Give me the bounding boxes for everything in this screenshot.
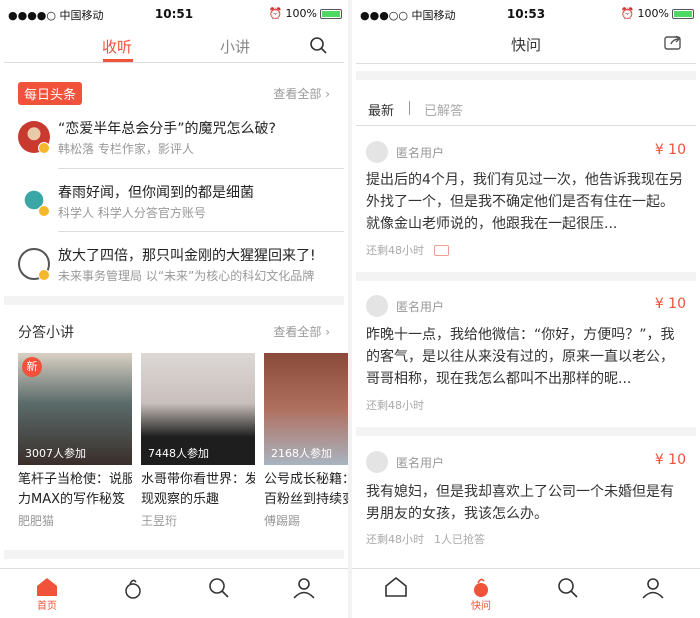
participant-count: 7448人参加: [148, 447, 209, 460]
talk-title: 现观察的乐趣: [141, 492, 220, 507]
tab-profile[interactable]: [284, 577, 324, 599]
tab-home[interactable]: [376, 577, 416, 597]
question-text: 提出后的4个月，我们有见过一次，他告诉我现在另外找了一个，但是我不确定他们是否有…: [366, 172, 683, 232]
quick-ask-icon: [474, 578, 488, 597]
tab-home-label: 首页: [37, 601, 57, 612]
participant-count: 2168人参加: [271, 447, 332, 460]
time-remaining: 还剩48小时: [366, 399, 424, 412]
avatar: [366, 295, 388, 317]
battery-icon: [672, 8, 694, 19]
question-text: 昨晚十一点，我给他微信：“你好，方便吗？”，我的客气，是以往从来没有过的，原来一…: [366, 327, 675, 387]
talk-image: 新 3007人参加: [18, 353, 132, 465]
status-bar: ●●●○○ 中国移动 10:53 ⏰ 100%: [352, 0, 700, 26]
share-icon[interactable]: [664, 34, 682, 50]
verified-icon: [38, 205, 50, 217]
item-subtitle: 科学人 科学人分答官方账号: [58, 206, 206, 220]
daily-headline-badge: 每日头条: [18, 82, 83, 105]
item-subtitle: 韩松落 专栏作家，影评人: [58, 142, 194, 156]
tab-ask[interactable]: [113, 577, 153, 599]
talk-author: 王昱珩: [141, 514, 178, 528]
tab-listen[interactable]: 收听: [102, 36, 132, 57]
question-user: 匿名用户: [396, 455, 445, 470]
talk-title: 笔杆子当枪使：说服: [18, 472, 132, 487]
alarm-icon: ⏰: [620, 7, 635, 20]
status-bar: ●●●●○ 中国移动 10:51 ⏰ 100%: [0, 0, 348, 26]
tab-bar: 首页: [0, 568, 348, 618]
talk-card[interactable]: 7448人参加 水哥带你看世界：发 现观察的乐趣 王昱珩: [141, 353, 255, 529]
talk-title: 百粉丝到持续变: [264, 492, 348, 507]
filter-answered[interactable]: 已解答: [424, 100, 463, 119]
alarm-icon: ⏰: [268, 7, 283, 20]
time-remaining: 还剩48小时: [366, 244, 424, 257]
question-reward: ¥ 10: [654, 452, 686, 468]
talk-card[interactable]: 2168人参加 公号成长秘籍： 百粉丝到持续变 傅踢踢: [264, 353, 348, 529]
listen-screen: ●●●●○ 中国移动 10:51 ⏰ 100% 收听 小讲 每日头条 查看全部 ›…: [0, 0, 348, 618]
home-icon: [385, 577, 407, 597]
verified-icon: [38, 269, 50, 281]
tab-bar: 快问: [352, 568, 700, 618]
item-title: 春雨好闻，但你闻到的都是细菌: [58, 185, 254, 201]
search-icon[interactable]: [309, 36, 327, 54]
tab-search[interactable]: [548, 577, 588, 599]
question-text: 我有媳妇，但是我却喜欢上了公司一个未婚但是有男朋友的女孩，我该怎么办。: [366, 484, 674, 522]
question-reward: ¥ 10: [654, 296, 686, 312]
talk-author: 傅踢踢: [264, 514, 301, 528]
search-icon: [209, 578, 229, 598]
tab-ask-label: 快问: [471, 601, 491, 612]
profile-icon: [642, 578, 664, 599]
filter-latest[interactable]: 最新: [368, 100, 394, 119]
talk-author: 肥肥猫: [18, 514, 55, 528]
quick-ask-screen: ●●●○○ 中国移动 10:53 ⏰ 100% 快问 最新 已解答 匿名用户 ¥ …: [352, 0, 700, 618]
avatar: [366, 451, 388, 473]
talk-image: 7448人参加: [141, 353, 255, 465]
new-badge: 新: [22, 357, 42, 377]
talks-see-all-link[interactable]: 查看全部 ›: [273, 323, 330, 340]
question-user: 匿名用户: [396, 299, 445, 314]
time-remaining: 还剩48小时: [366, 533, 424, 546]
daily-see-all-link[interactable]: 查看全部 ›: [273, 85, 330, 102]
talk-image: 2168人参加: [264, 353, 348, 465]
tab-talks[interactable]: 小讲: [220, 36, 250, 57]
talks-section-title: 分答小讲: [18, 325, 74, 341]
item-title: “恋爱半年总会分手”的魔咒怎么破?: [58, 121, 276, 137]
battery-icon: [320, 8, 342, 19]
tab-search[interactable]: [199, 577, 239, 599]
avatar: [366, 141, 388, 163]
tab-ask[interactable]: 快问: [461, 577, 501, 612]
item-subtitle: 未来事务管理局 以“未来”为核心的科幻文化品牌: [58, 269, 315, 283]
answer-count: 1人已抢答: [434, 533, 485, 546]
filter-divider: [409, 101, 410, 115]
profile-icon: [293, 578, 315, 599]
question-reward: ¥ 10: [654, 142, 686, 158]
item-title: 放大了四倍，那只叫金刚的大猩猩回来了!: [58, 248, 316, 264]
question-user: 匿名用户: [396, 145, 445, 160]
page-title: 快问: [510, 36, 541, 54]
tab-profile[interactable]: [633, 577, 673, 599]
tab-home[interactable]: 首页: [27, 577, 67, 612]
battery-percent: 100%: [637, 7, 669, 20]
battery-percent: 100%: [285, 7, 317, 20]
talk-card[interactable]: 新 3007人参加 笔杆子当枪使：说服 力MAX的写作秘笈 肥肥猫: [18, 353, 132, 529]
image-icon: [434, 244, 449, 256]
home-icon: [37, 578, 57, 596]
quick-ask-icon: [125, 579, 141, 599]
participant-count: 3007人参加: [25, 447, 86, 460]
verified-icon: [38, 142, 50, 154]
talk-title: 公号成长秘籍：: [264, 472, 348, 487]
talk-title: 力MAX的写作秘笈: [18, 492, 126, 507]
talk-title: 水哥带你看世界：发: [141, 472, 255, 487]
search-icon: [558, 578, 578, 598]
